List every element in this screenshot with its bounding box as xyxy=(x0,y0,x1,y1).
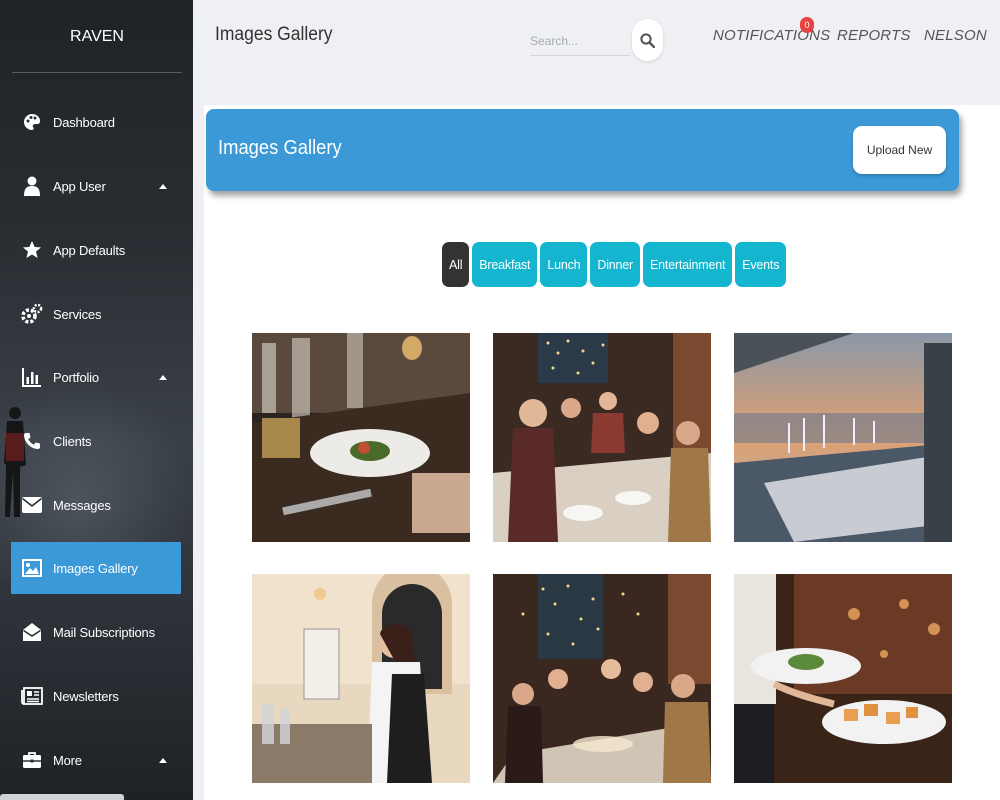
gallery-image[interactable] xyxy=(493,574,711,783)
sidebar-item-label: Mail Subscriptions xyxy=(53,624,155,640)
search-input[interactable] xyxy=(530,26,630,56)
top-header: Images Gallery NOTIFICATIONS 0 REPORTS N… xyxy=(193,0,1000,75)
sidebar-item-app-defaults[interactable]: App Defaults xyxy=(11,224,181,276)
caret-up-icon xyxy=(159,183,167,189)
caret-up-icon xyxy=(159,374,167,380)
gallery-image[interactable] xyxy=(734,333,952,542)
filter-all[interactable]: All xyxy=(442,242,470,287)
sidebar-item-label: App Defaults xyxy=(53,242,126,258)
sidebar-item-label: Dashboard xyxy=(53,114,115,130)
star-icon xyxy=(21,239,43,261)
sidebar-scrollbar[interactable] xyxy=(0,794,124,800)
sidebar-item-app-user[interactable]: App User xyxy=(11,160,181,212)
image-gallery xyxy=(252,333,954,800)
sidebar: RAVEN Dashboard App User App Defaults Se… xyxy=(0,0,193,800)
gallery-image[interactable] xyxy=(252,333,470,542)
briefcase-icon xyxy=(21,749,43,771)
gallery-image[interactable] xyxy=(734,574,952,783)
gallery-image[interactable] xyxy=(493,333,711,542)
sidebar-item-label: Newsletters xyxy=(53,688,119,704)
sidebar-item-dashboard[interactable]: Dashboard xyxy=(11,96,181,148)
sidebar-item-newsletters[interactable]: Newsletters xyxy=(11,670,181,722)
envelope-icon xyxy=(21,494,43,516)
sidebar-item-messages[interactable]: Messages xyxy=(11,479,181,531)
sidebar-item-services[interactable]: Services xyxy=(11,288,181,340)
caret-up-icon xyxy=(159,757,167,763)
notification-count-badge: 0 xyxy=(800,17,814,33)
bar-chart-icon xyxy=(21,366,43,388)
page-title: Images Gallery xyxy=(215,24,333,45)
envelope-open-icon xyxy=(21,621,43,643)
phone-icon xyxy=(21,430,43,452)
sidebar-item-label: Clients xyxy=(53,433,92,449)
main-panel: Images Gallery Upload New All Breakfast … xyxy=(204,105,1000,800)
palette-icon xyxy=(21,111,43,133)
sidebar-item-clients[interactable]: Clients xyxy=(11,415,181,467)
newspaper-icon xyxy=(21,685,43,707)
sidebar-item-label: Portfolio xyxy=(53,369,99,385)
sidebar-item-label: More xyxy=(53,752,82,768)
filter-bar: All Breakfast Lunch Dinner Entertainment… xyxy=(442,242,787,287)
brand-logo[interactable]: RAVEN xyxy=(12,0,182,73)
sidebar-item-label: App User xyxy=(53,178,106,194)
image-icon xyxy=(21,557,43,579)
filter-lunch[interactable]: Lunch xyxy=(540,242,588,287)
gears-icon xyxy=(21,303,43,325)
upload-new-button[interactable]: Upload New xyxy=(853,126,946,174)
sidebar-item-images-gallery[interactable]: Images Gallery xyxy=(11,542,181,594)
sidebar-item-label: Images Gallery xyxy=(53,560,138,576)
sidebar-item-portfolio[interactable]: Portfolio xyxy=(11,351,181,403)
sidebar-item-mail-subscriptions[interactable]: Mail Subscriptions xyxy=(11,606,181,658)
gallery-image[interactable] xyxy=(252,574,470,783)
filter-events[interactable]: Events xyxy=(735,242,787,287)
filter-dinner[interactable]: Dinner xyxy=(590,242,640,287)
filter-breakfast[interactable]: Breakfast xyxy=(472,242,538,287)
sidebar-item-label: Services xyxy=(53,306,102,322)
sidebar-item-label: Messages xyxy=(53,497,111,513)
search-icon xyxy=(640,32,655,48)
search-button[interactable] xyxy=(632,19,663,61)
user-icon xyxy=(21,175,43,197)
reports-link[interactable]: REPORTS xyxy=(837,27,911,44)
user-menu-link[interactable]: NELSON xyxy=(924,27,987,44)
banner-title: Images Gallery xyxy=(218,137,342,159)
filter-entertainment[interactable]: Entertainment xyxy=(643,242,733,287)
gallery-banner: Images Gallery Upload New xyxy=(206,109,959,191)
sidebar-item-more[interactable]: More xyxy=(11,734,181,786)
